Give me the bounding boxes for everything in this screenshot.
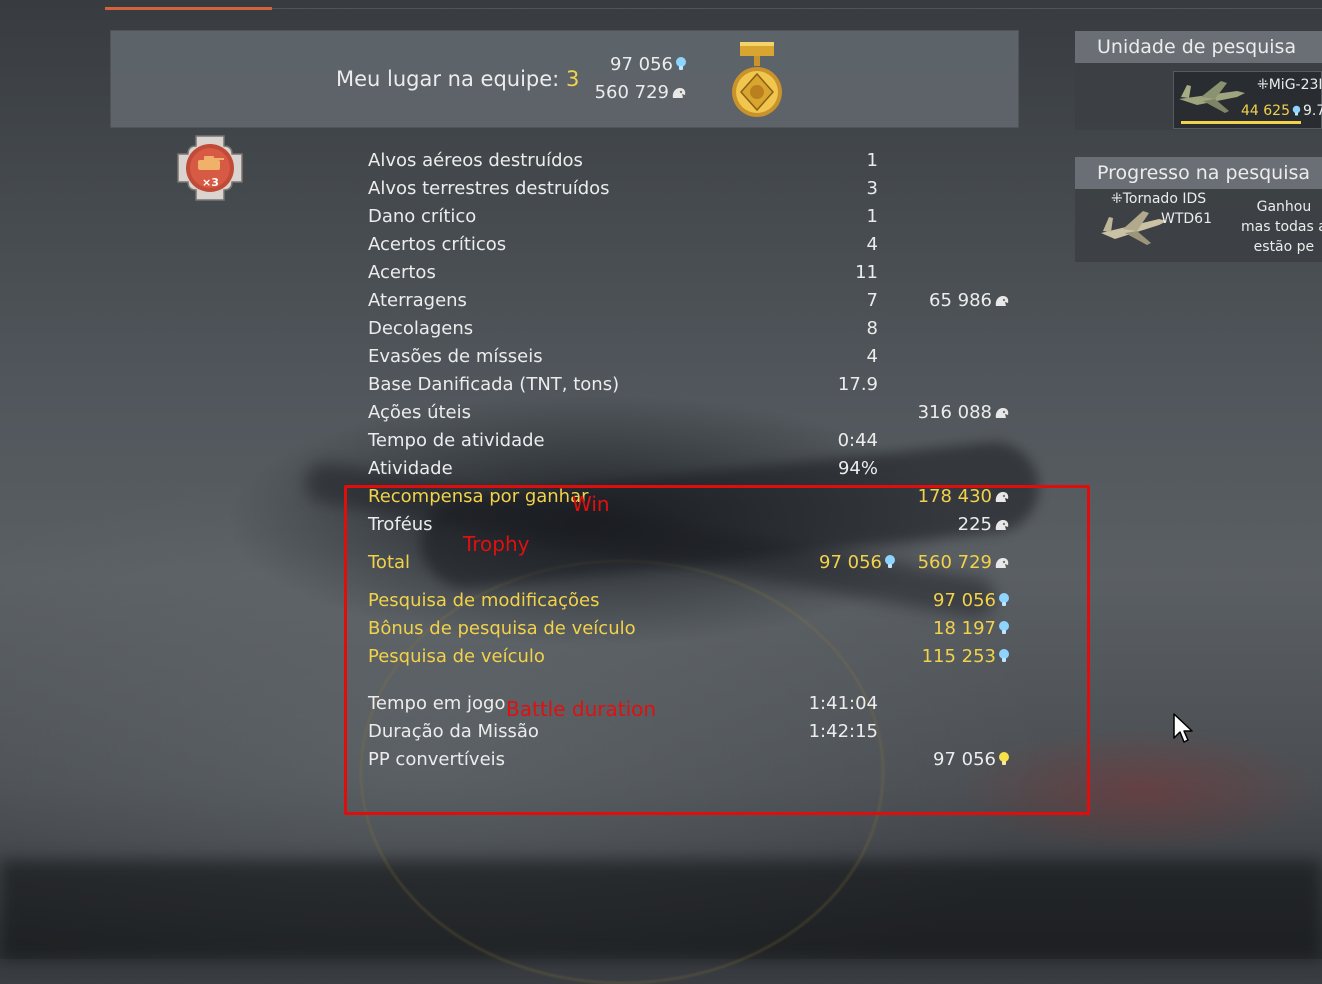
stat-count: 3 [867,178,878,199]
silver-lion-icon [995,408,1009,418]
stat-row: Dano crítico 1 [368,206,1028,234]
stat-count-value: 0:44 [837,430,878,451]
annotation-highlight-box [344,485,1090,815]
silver-lion-icon [672,88,686,98]
annotation-win: Win [572,492,610,516]
research-progress-title: Progresso na pesquisa [1075,157,1322,189]
header-silver-lions-value: 560 729 [594,82,669,103]
stat-count: 94% [838,458,878,479]
team-place-value: 3 [565,67,580,91]
stat-row: Aterragens 7 65 986 [368,290,1028,318]
stat-count: 1 [867,150,878,171]
stat-row: Acertos 11 [368,262,1028,290]
stat-count-value: 3 [866,178,878,199]
research-unit-card[interactable]: ⁜MiG-23I 44 625 9.7 [1173,71,1322,129]
stat-count-value: 4 [866,346,878,367]
stat-count-value: 17.9 [837,374,878,395]
annotation-battle-duration: Battle duration [506,697,657,721]
stat-label: Alvos terrestres destruídos [368,178,610,199]
research-progress-panel: Progresso na pesquisa ⁜Tornado IDS WTD61… [1075,157,1322,262]
active-tab-indicator[interactable] [105,7,272,10]
research-unit-rp: 44 625 [1241,103,1301,119]
team-place: Meu lugar na equipe: 3 [336,67,579,91]
stat-count: 7 [867,290,878,311]
research-unit-br: 9.7 [1303,103,1322,119]
stat-count: 0:44 [838,430,878,451]
stat-row: Evasões de mísseis 4 [368,346,1028,374]
stat-reward: 65 986 [929,290,1010,311]
header-research-points: 97 056 [610,54,687,75]
stat-reward-value: 65 986 [929,290,992,311]
stat-count-value: 1 [866,206,878,227]
research-point-icon [1292,105,1301,116]
stat-label: Acertos críticos [368,234,507,255]
stat-label: Decolagens [368,318,474,339]
research-progress-vehicle-name: ⁜Tornado IDS [1111,191,1207,207]
stat-count: 17.9 [838,374,878,395]
stat-count-value: 7 [866,290,878,311]
stat-label: Atividade [368,458,453,479]
stat-row: Alvos terrestres destruídos 3 [368,178,1028,206]
tank-kill-streak-badge-icon: ×3 [177,135,243,201]
stat-row: Base Danificada (TNT, tons) 17.9 [368,374,1028,402]
stat-label: Acertos [368,262,436,283]
research-unit-panel: Unidade de pesquisa ⁜MiG-23I 44 625 9.7 [1075,31,1322,130]
stat-row: Ações úteis 316 088 [368,402,1028,430]
medal-icon [732,42,782,117]
team-place-label: Meu lugar na equipe: [336,67,566,91]
stat-label: Alvos aéreos destruídos [368,150,583,171]
hangar-floor-shadow [0,860,1322,960]
header-research-points-value: 97 056 [610,54,673,75]
stat-reward-value: 316 088 [917,402,992,423]
stat-label: Aterragens [368,290,467,311]
stat-count-value: 1 [866,150,878,171]
stat-row: Decolagens 8 [368,318,1028,346]
stat-count: 11 [855,262,878,283]
research-progress-message-line: Ganhou [1256,199,1312,215]
tornado-ids-aircraft-icon [1101,211,1167,245]
stat-label: Tempo de atividade [368,430,545,451]
research-progress-message-line: mas todas a [1241,219,1322,235]
header-silver-lions: 560 729 [595,82,687,103]
stat-row: Atividade 94% [368,458,1028,486]
stat-label: Ações úteis [368,402,471,423]
stat-count: 8 [867,318,878,339]
research-unit-rp-value: 44 625 [1241,103,1290,119]
annotation-trophy: Trophy [463,532,530,556]
stat-label: Dano crítico [368,206,477,227]
stat-count-value: 94% [837,458,878,479]
research-unit-title: Unidade de pesquisa [1075,31,1322,63]
mouse-cursor-icon [1173,713,1193,743]
research-progress-message-line: estão pe [1253,239,1315,255]
research-unit-vehicle-name: ⁜MiG-23I [1257,77,1322,93]
stat-label: Evasões de mísseis [368,346,543,367]
tab-bar-divider [105,8,1322,9]
research-progress-vehicle-name-line2: WTD61 [1161,211,1212,227]
stat-count: 4 [867,234,878,255]
stat-row: Tempo de atividade 0:44 [368,430,1028,458]
team-place-panel: Meu lugar na equipe: 3 97 056 560 729 [110,30,1019,128]
stat-count: 1 [867,206,878,227]
stat-row: Acertos críticos 4 [368,234,1028,262]
research-unit-progress-bar [1181,121,1301,124]
stat-count-value: 8 [866,318,878,339]
stat-label: Base Danificada (TNT, tons) [368,374,620,395]
stat-reward: 316 088 [918,402,1010,423]
badge-multiplier: ×3 [202,176,219,189]
stat-row: Alvos aéreos destruídos 1 [368,150,1028,178]
silver-lion-icon [995,296,1009,306]
stat-count-value: 4 [866,234,878,255]
research-point-icon [676,57,686,70]
stat-count-value: 11 [855,262,878,283]
research-progress-message: Ganhou mas todas a estão pe [1241,197,1322,257]
stat-count: 4 [867,346,878,367]
mig-23-aircraft-icon [1179,81,1245,113]
